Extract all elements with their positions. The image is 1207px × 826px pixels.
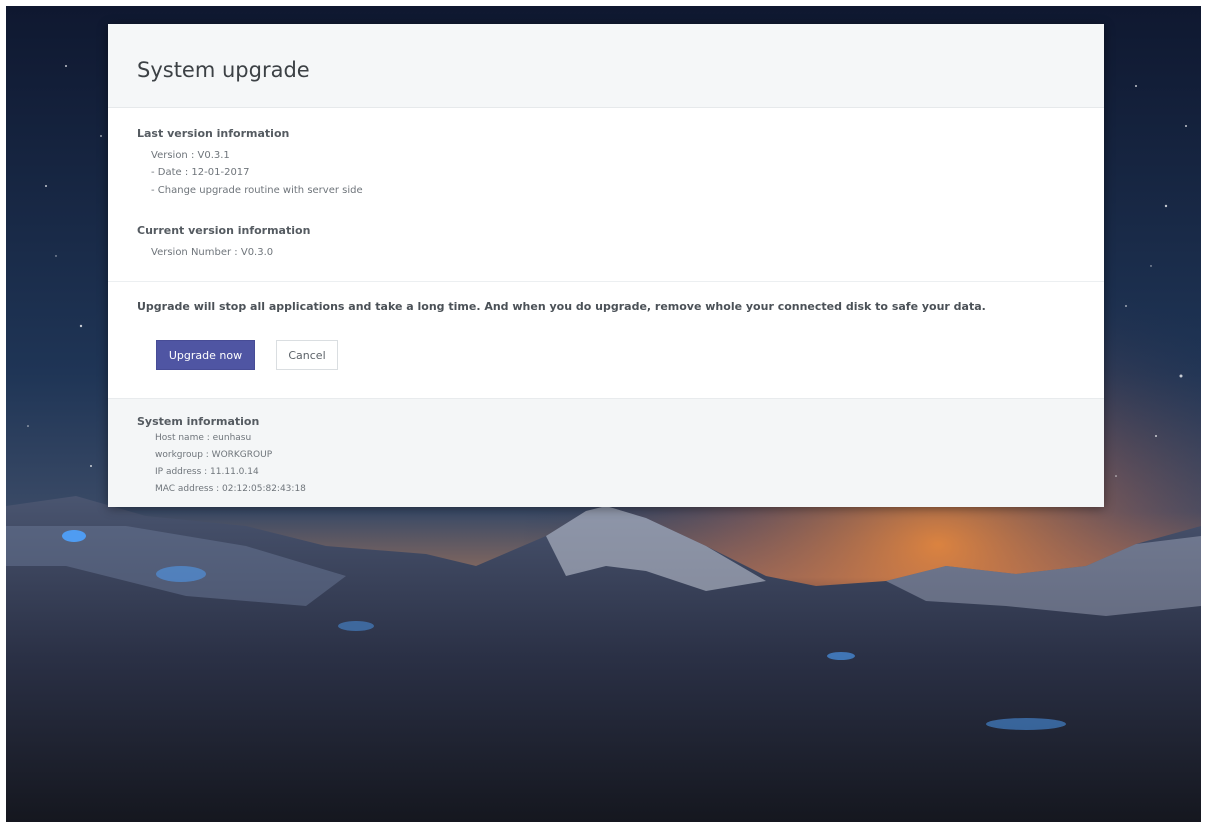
app-window: System upgrade Last version information … [6, 6, 1201, 822]
current-version-heading: Current version information [137, 224, 311, 237]
last-version-date: - Date : 12-01-2017 [151, 167, 250, 178]
system-information-heading: System information [137, 415, 260, 428]
mac-address: MAC address : 02:12:05:82:43:18 [155, 484, 306, 494]
system-information-panel: System information Host name : eunhasu w… [108, 398, 1104, 507]
last-version-number: Version : V0.3.1 [151, 150, 230, 161]
cancel-button[interactable]: Cancel [276, 340, 338, 370]
ip-address: IP address : 11.11.0.14 [155, 467, 259, 477]
dialog-header: System upgrade [108, 24, 1104, 108]
current-version-number: Version Number : V0.3.0 [151, 247, 274, 258]
dialog-title: System upgrade [137, 58, 310, 82]
upgrade-warning-text: Upgrade will stop all applications and t… [137, 300, 986, 313]
system-upgrade-dialog: System upgrade Last version information … [108, 24, 1104, 507]
upgrade-now-button[interactable]: Upgrade now [156, 340, 255, 370]
workgroup: workgroup : WORKGROUP [155, 450, 273, 460]
last-version-change: - Change upgrade routine with server sid… [151, 185, 363, 196]
section-divider [108, 281, 1104, 282]
host-name: Host name : eunhasu [155, 433, 252, 443]
last-version-heading: Last version information [137, 127, 290, 140]
